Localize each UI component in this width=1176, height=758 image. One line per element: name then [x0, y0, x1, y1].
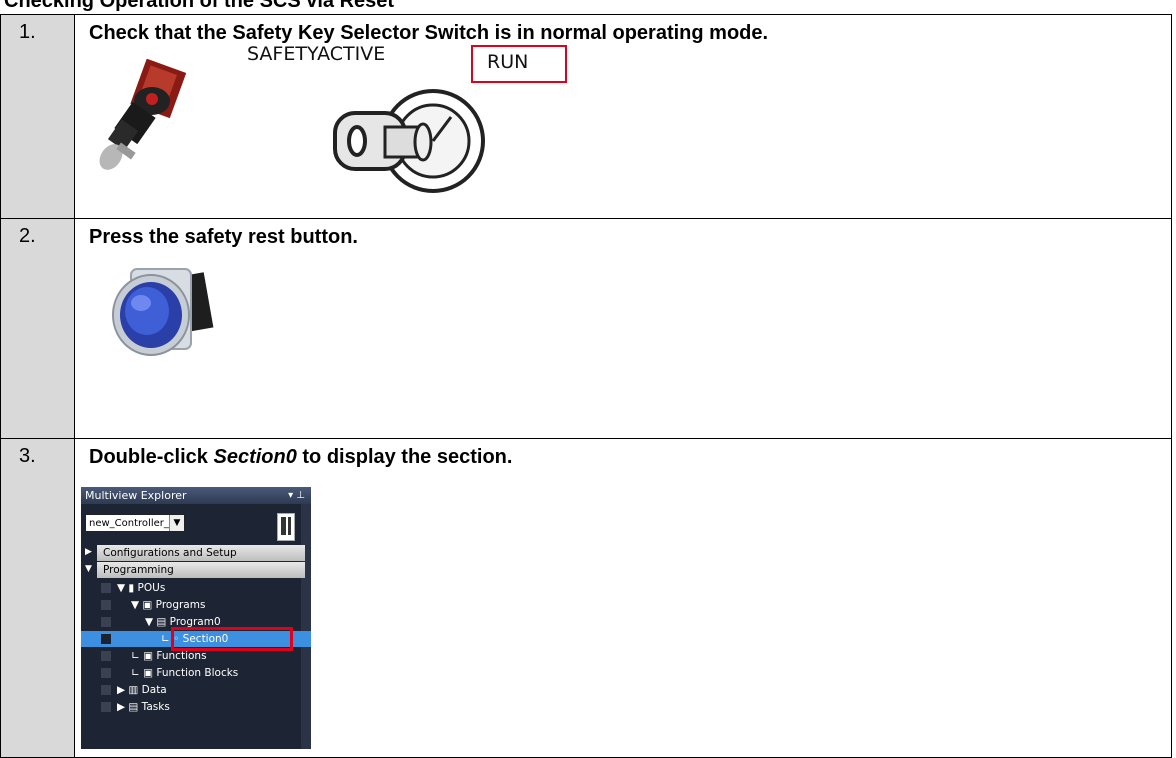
step-title: Press the safety rest button. — [89, 226, 358, 248]
step-content: Double-click Section0 to display the sec… — [74, 438, 1172, 758]
step-title: Check that the Safety Key Selector Switc… — [89, 22, 769, 44]
section-configurations-setup[interactable]: Configurations and Setup — [97, 545, 305, 561]
tree-item-data[interactable]: ▶ ▥ Data — [81, 682, 311, 698]
step-row-3: 3. Double-click Section0 to display the … — [0, 438, 1172, 758]
tree-item-pous[interactable]: ▼ ▮ POUs — [81, 580, 311, 596]
step-title: Double-click Section0 to display the sec… — [89, 446, 513, 468]
section0-highlight-box — [171, 627, 293, 651]
run-label: RUN — [487, 51, 529, 73]
pin-icon[interactable]: ▾ ⊥ — [288, 487, 305, 504]
step-content: Press the safety rest button. — [74, 218, 1172, 439]
expand-arrow-icon[interactable]: ▶ — [85, 547, 92, 557]
key-selector-switch-photo-icon — [99, 59, 187, 170]
steps-table: 1. Check that the Safety Key Selector Sw… — [0, 14, 1172, 758]
controller-select[interactable]: new_Controller_0 ▼ — [85, 514, 185, 532]
key-position-diagram-icon — [333, 89, 485, 193]
collapse-arrow-icon[interactable]: ▼ — [85, 564, 92, 574]
controller-status-icon — [277, 513, 295, 541]
step-content: Check that the Safety Key Selector Switc… — [74, 14, 1172, 219]
step-number: 3. — [0, 438, 75, 758]
safety-active-label: SAFETYACTIVE — [247, 43, 386, 65]
tree-item-tasks[interactable]: ▶ ▤ Tasks — [81, 699, 311, 715]
tree-item-function-blocks[interactable]: ∟ ▣ Function Blocks — [81, 665, 311, 681]
reset-button-photo-icon — [112, 268, 214, 356]
page-heading: Checking Operation of the SCS via Reset — [4, 0, 395, 12]
section-programming[interactable]: Programming — [97, 562, 305, 578]
explorer-title-bar: Multiview Explorer ▾ ⊥ — [81, 487, 311, 504]
multiview-explorer-panel: Multiview Explorer ▾ ⊥ new_Controller_0 … — [81, 487, 311, 749]
step-number: 2. — [0, 218, 75, 439]
step-row-1: 1. Check that the Safety Key Selector Sw… — [0, 14, 1172, 219]
step-row-2: 2. Press the safety rest button. — [0, 218, 1172, 439]
chevron-down-icon[interactable]: ▼ — [169, 515, 184, 531]
step-number: 1. — [0, 14, 75, 219]
tree-item-programs[interactable]: ▼ ▣ Programs — [81, 597, 311, 613]
